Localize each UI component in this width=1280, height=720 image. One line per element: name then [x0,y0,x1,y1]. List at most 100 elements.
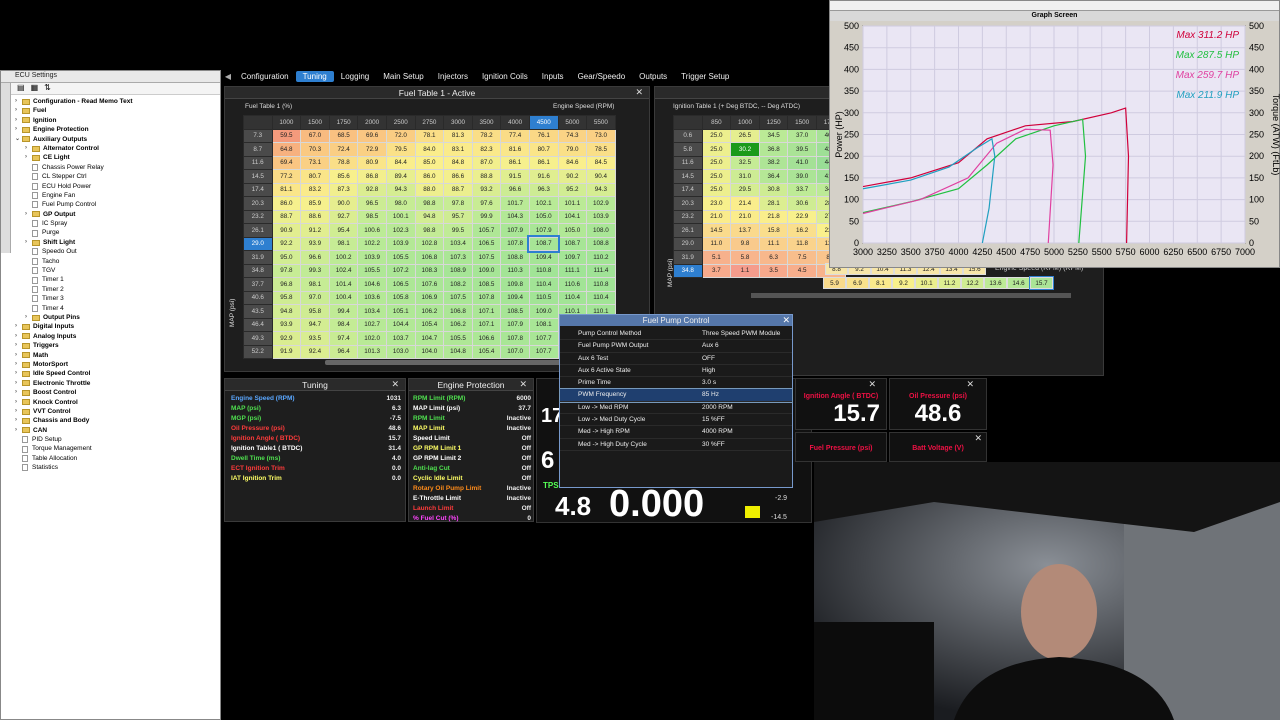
table-cell[interactable]: 97.8 [271,263,302,278]
table-cell[interactable]: 96.4 [328,344,359,359]
table-cell[interactable]: 9.8 [730,236,760,251]
tree-item[interactable]: › Ignition [15,116,220,125]
table-cell[interactable]: 107.8 [500,236,530,251]
list-item[interactable]: Rotary Oil Pump Limit Inactive [409,484,535,494]
expand-icon[interactable]: › [25,153,32,162]
setting-row[interactable]: Pump Control Method Three Speed PWM Modul… [560,328,792,341]
setting-value[interactable]: Aux 6 [686,340,792,351]
list-item[interactable]: Oil Pressure (psi) 48.6 [227,424,405,434]
close-icon[interactable]: ✕ [868,379,876,390]
table-cell[interactable]: 90.2 [557,169,588,184]
table-cell[interactable]: 102.4 [328,263,359,278]
tree-item[interactable]: CL Stepper Ctrl [15,172,220,181]
table-cell[interactable]: 107.2 [385,263,416,278]
table-cell[interactable]: 103.6 [357,290,387,305]
table-cell[interactable]: 73.1 [300,155,330,170]
table-cell[interactable]: 89.4 [385,169,416,184]
table-cell[interactable]: 105.4 [414,317,445,332]
table-cell[interactable]: 23.0 [701,196,732,211]
table-cell[interactable]: 29.5 [730,182,760,197]
expand-icon[interactable]: › [15,351,22,360]
tree-item[interactable]: Torque Management [15,444,220,453]
tree-item[interactable]: › Triggers [15,341,220,350]
table-cell[interactable]: 72.9 [357,142,387,157]
list-item[interactable]: GP RPM Limit 1 Off [409,444,535,454]
setting-value[interactable]: 2000 RPM [686,402,792,413]
tree-item[interactable]: Purge [15,228,220,237]
setting-row[interactable]: Aux 6 Active State High [560,365,792,378]
expand-icon[interactable]: › [15,116,22,125]
tree-item[interactable]: › Math [15,351,220,360]
expand-icon[interactable]: › [15,426,22,435]
setting-value[interactable]: 4000 RPM [686,426,792,437]
table-cell[interactable]: 88.0 [414,182,445,197]
table-cell[interactable]: 99.9 [471,209,502,224]
table-cell[interactable]: 95.4 [328,223,359,238]
close-icon[interactable]: ✕ [966,379,974,390]
table-cell[interactable]: 108.3 [414,263,445,278]
table-cell[interactable]: 108.1 [528,317,559,332]
table-cell[interactable]: 25.0 [701,182,732,197]
table-cell[interactable]: 86.6 [443,169,473,184]
table-cell[interactable]: 30.6 [787,196,817,211]
tab-inputs[interactable]: Inputs [535,71,571,82]
table-cell[interactable]: 94.8 [414,209,445,224]
table-cell[interactable]: 98.1 [328,236,359,251]
tree-item[interactable]: › CE Light [15,153,220,162]
table-cell[interactable]: 108.5 [471,277,502,292]
setting-value[interactable]: 30 %FF [686,439,792,450]
table-cell[interactable]: 5.9 [823,277,846,289]
setting-value[interactable]: High [686,365,792,376]
expand-icon[interactable]: ⌄ [15,135,22,144]
table-cell[interactable]: 84.5 [586,155,616,170]
list-item[interactable]: Speed Limit Off [409,434,535,444]
table-cell[interactable]: 108.5 [500,304,530,319]
table-cell[interactable]: 79.5 [385,142,416,157]
table-cell[interactable]: 10.1 [915,277,938,289]
table-cell[interactable]: 77.4 [500,128,530,143]
table-cell[interactable]: 33.7 [787,182,817,197]
table-cell[interactable]: 108.7 [527,235,561,253]
expand-icon[interactable]: › [25,210,32,219]
tree-item[interactable]: Table Allocation [15,454,220,463]
table-cell[interactable]: 104.7 [414,331,445,346]
table-cell[interactable]: 106.2 [414,304,445,319]
table-cell[interactable]: 105.5 [443,331,473,346]
table-cell[interactable]: 107.9 [528,223,559,238]
table-cell[interactable]: 90.9 [271,223,302,238]
table-cell[interactable]: 110.4 [586,290,616,305]
table-cell[interactable]: 107.7 [528,331,559,346]
table-cell[interactable]: 104.8 [443,344,473,359]
list-item[interactable]: MAP (psi) 6.3 [227,404,405,414]
grid-icon[interactable]: ▦ [31,83,39,94]
table-cell[interactable]: 98.0 [385,196,416,211]
table-cell[interactable]: 96.8 [271,277,302,292]
pin-icon[interactable]: ✕ [391,379,399,390]
table-cell[interactable]: 97.0 [300,290,330,305]
table-cell[interactable]: 97.8 [443,196,473,211]
setting-value[interactable]: 3.0 s [686,377,792,388]
table-cell[interactable]: 98.4 [328,317,359,332]
table-cell[interactable]: 94.8 [271,304,302,319]
tree-item[interactable]: Speedo Out [15,247,220,256]
table-cell[interactable]: 102.0 [357,331,387,346]
table-cell[interactable]: 105.5 [385,250,416,265]
table-cell[interactable]: 102.3 [385,223,416,238]
table-cell[interactable]: 99.3 [300,263,330,278]
table-cell[interactable]: 107.8 [500,331,530,346]
list-item[interactable]: Cyclic Idle Limit Off [409,474,535,484]
table-cell[interactable]: 104.3 [500,209,530,224]
table-cell[interactable]: 80.7 [300,169,330,184]
table-cell[interactable]: 73.0 [586,128,616,143]
table-cell[interactable]: 94.7 [300,317,330,332]
expand-icon[interactable]: › [15,407,22,416]
table-cell[interactable]: 107.5 [471,250,502,265]
table-cell[interactable]: 5.1 [701,250,732,265]
table-cell[interactable]: 79.0 [557,142,588,157]
table-cell[interactable]: 85.6 [328,169,359,184]
table-cell[interactable]: 94.3 [586,182,616,197]
tree-item[interactable]: ECU Hold Power [15,182,220,191]
table-cell[interactable]: 15.8 [758,223,789,238]
table-cell[interactable]: 14.5 [701,223,732,238]
table-cell[interactable]: 39.0 [787,169,817,184]
